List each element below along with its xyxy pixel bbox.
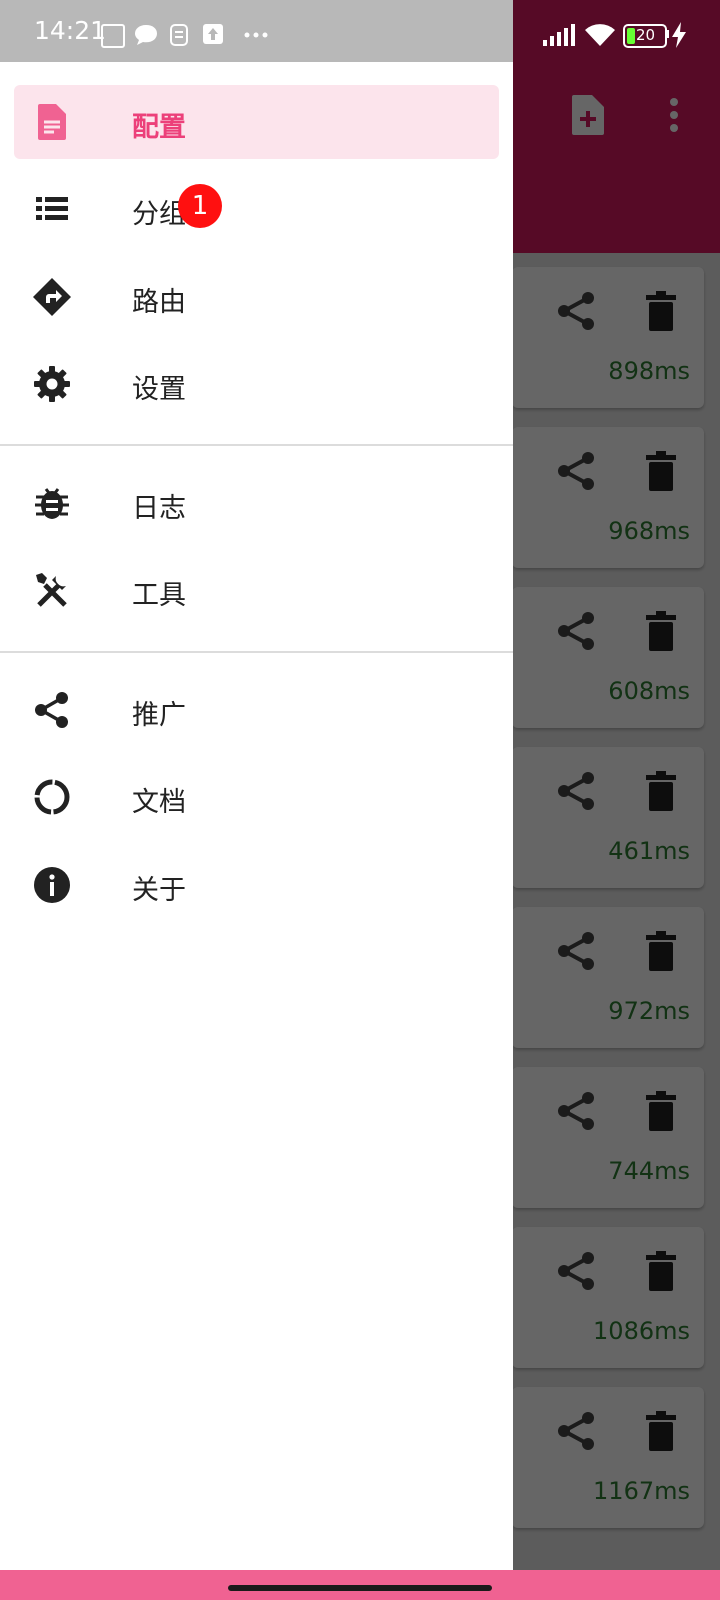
charging-icon bbox=[672, 22, 686, 48]
drawer-item-about[interactable]: 关于 bbox=[14, 848, 499, 922]
profile-doc-icon bbox=[38, 104, 66, 140]
route-icon bbox=[33, 278, 71, 316]
tools-icon bbox=[36, 573, 67, 607]
status-bar: 14:21 bbox=[0, 0, 513, 62]
drawer-divider bbox=[0, 651, 513, 653]
more-dots-icon bbox=[244, 32, 268, 38]
upload-icon bbox=[203, 24, 223, 44]
status-time: 14:21 bbox=[34, 16, 107, 45]
navigation-drawer: 14:21 配置 分组 1 路由 设置 日志 工具 推广 文档 关于 bbox=[0, 0, 513, 1570]
notification-badge: 1 bbox=[178, 184, 222, 228]
chat-icon bbox=[135, 25, 157, 45]
home-gesture-handle[interactable] bbox=[228, 1585, 492, 1591]
signal-icon bbox=[543, 24, 575, 46]
battery-icon: 20 bbox=[623, 24, 667, 48]
drawer-item-promote[interactable]: 推广 bbox=[14, 673, 499, 747]
drawer-item-tools[interactable]: 工具 bbox=[14, 553, 499, 627]
drawer-item-label: 路由 bbox=[132, 287, 186, 318]
drawer-item-groups[interactable]: 分组 bbox=[14, 172, 499, 246]
info-icon bbox=[34, 867, 70, 903]
drawer-item-label: 工具 bbox=[132, 580, 186, 611]
status-bar-right: 20 bbox=[513, 0, 720, 62]
drawer-item-label: 设置 bbox=[132, 374, 186, 405]
drawer-item-label: 文档 bbox=[132, 787, 186, 818]
docs-ring-icon bbox=[34, 779, 70, 815]
drawer-item-label: 配置 bbox=[132, 112, 186, 143]
list-icon bbox=[36, 197, 68, 220]
share-icon bbox=[35, 692, 68, 728]
drawer-item-settings[interactable]: 设置 bbox=[14, 347, 499, 421]
drawer-item-profiles[interactable]: 配置 bbox=[14, 85, 499, 159]
battery-level: 20 bbox=[636, 26, 656, 44]
drawer-item-label: 日志 bbox=[132, 493, 186, 524]
gear-icon bbox=[34, 366, 70, 402]
drawer-item-label: 关于 bbox=[132, 875, 186, 906]
nfc-icon bbox=[101, 24, 125, 48]
sim-icon bbox=[170, 24, 188, 46]
wifi-icon bbox=[585, 24, 615, 46]
drawer-item-logs[interactable]: 日志 bbox=[14, 466, 499, 540]
drawer-divider bbox=[0, 444, 513, 446]
drawer-item-docs[interactable]: 文档 bbox=[14, 760, 499, 834]
battery-tip bbox=[666, 30, 669, 38]
drawer-item-routes[interactable]: 路由 bbox=[14, 260, 499, 334]
bug-icon bbox=[35, 488, 69, 519]
drawer-item-label: 推广 bbox=[132, 700, 186, 731]
